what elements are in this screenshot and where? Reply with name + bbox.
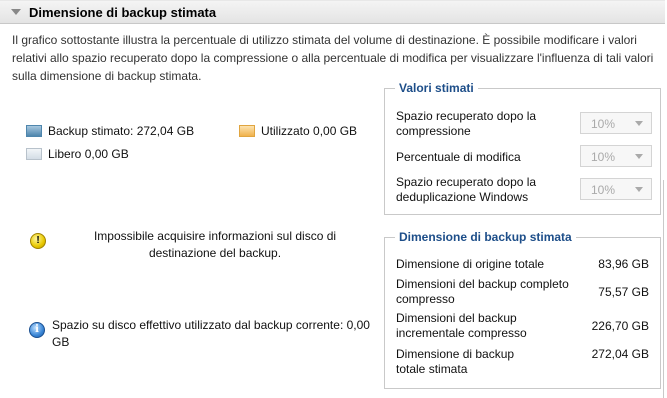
- incremental-backup-value: 226,70 GB: [591, 319, 649, 333]
- dedup-label: Spazio recuperato dopo la deduplicazione…: [396, 175, 537, 204]
- source-size-value: 83,96 GB: [598, 257, 649, 271]
- change-rate-label: Percentuale di modifica: [396, 150, 521, 164]
- collapse-triangle-icon[interactable]: [11, 9, 21, 15]
- section-header[interactable]: Dimensione di backup stimata: [0, 0, 665, 24]
- dedup-select-value: 10%: [591, 183, 616, 197]
- chevron-down-icon: [635, 121, 643, 126]
- legend-used: Utilizzato 0,00 GB: [239, 124, 357, 138]
- free-swatch-icon: [26, 148, 42, 160]
- legend-backup: Backup stimato: 272,04 GB: [26, 124, 194, 138]
- legend-used-label: Utilizzato 0,00 GB: [261, 124, 358, 138]
- source-size-label: Dimensione di origine totale: [396, 257, 545, 271]
- section-title: Dimensione di backup stimata: [29, 5, 217, 20]
- backup-swatch-icon: [26, 125, 42, 137]
- info-message: Spazio su disco effettivo utilizzato dal…: [52, 318, 370, 349]
- dedup-select[interactable]: 10%: [580, 178, 652, 200]
- full-backup-value: 75,57 GB: [598, 285, 649, 299]
- intro-text: Il grafico sottostante illustra la perce…: [12, 33, 654, 83]
- warning-icon: !: [30, 233, 46, 249]
- legend-free: Libero 0,00 GB: [26, 147, 129, 161]
- compression-select[interactable]: 10%: [580, 112, 652, 134]
- total-backup-label: Dimensione di backup totale stimata: [396, 347, 515, 376]
- compression-select-value: 10%: [591, 117, 616, 131]
- chevron-down-icon: [635, 154, 643, 159]
- warning-message: Impossibile acquisire informazioni sul d…: [93, 229, 337, 260]
- incremental-backup-label: Dimensioni del backup incrementale compr…: [396, 311, 527, 340]
- legend-free-label: Libero 0,00 GB: [48, 147, 129, 161]
- total-backup-value: 272,04 GB: [591, 347, 649, 361]
- info-icon: i: [29, 322, 45, 338]
- full-backup-label: Dimensioni del backup completo compresso: [396, 277, 569, 306]
- estimated-values-group: Valori stimati Spazio recuperato dopo la…: [384, 81, 661, 215]
- backup-size-title: Dimensione di backup stimata: [395, 230, 576, 244]
- legend-backup-label: Backup stimato: 272,04 GB: [48, 124, 195, 138]
- compression-label: Spazio recuperato dopo la compressione: [396, 109, 537, 138]
- estimated-values-title: Valori stimati: [395, 81, 478, 95]
- change-rate-select[interactable]: 10%: [580, 145, 652, 167]
- chevron-down-icon: [635, 187, 643, 192]
- backup-size-group: Dimensione di backup stimata Dimensione …: [384, 230, 661, 389]
- scroll-divider: [663, 180, 664, 398]
- change-rate-select-value: 10%: [591, 150, 616, 164]
- used-swatch-icon: [239, 125, 255, 137]
